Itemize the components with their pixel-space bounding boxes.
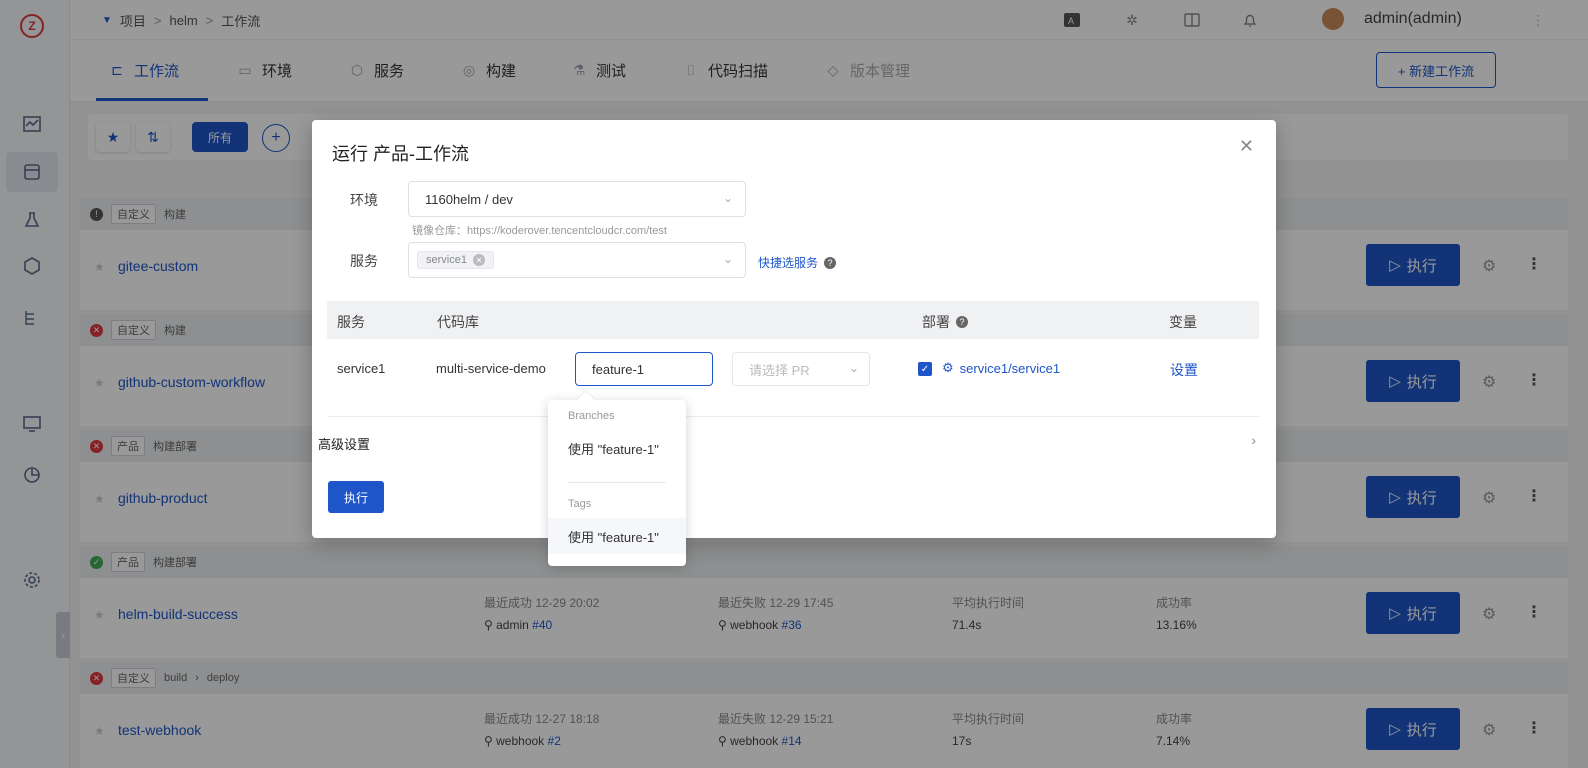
row-repo: multi-service-demo bbox=[436, 361, 546, 376]
chevron-down-icon: ⌄ bbox=[722, 252, 733, 266]
service-label: 服务 bbox=[350, 253, 378, 269]
deploy-target-label: service1/service1 bbox=[959, 360, 1061, 376]
vars-settings-link[interactable]: 设置 bbox=[1170, 360, 1198, 380]
service-select[interactable]: service1 ✕ ⌄ bbox=[408, 242, 746, 278]
service-chip-icon: ⚙ bbox=[942, 360, 954, 375]
chevron-right-icon[interactable]: › bbox=[1251, 432, 1256, 448]
dialog-title: 运行 产品-工作流 bbox=[332, 144, 469, 164]
help-icon[interactable]: ? bbox=[824, 256, 837, 269]
service-table-header: 服务 代码库 部署? 变量 bbox=[327, 301, 1259, 339]
divider bbox=[327, 416, 1259, 417]
chevron-down-icon: ⌄ bbox=[722, 191, 733, 205]
quick-select-label: 快捷选服务 bbox=[758, 256, 819, 270]
service-chip-label: service1 bbox=[426, 254, 467, 266]
help-icon[interactable]: ? bbox=[956, 316, 968, 328]
col-service: 服务 bbox=[337, 314, 365, 330]
use-tag-option[interactable]: 使用 "feature-1" bbox=[548, 518, 686, 554]
col-deploy: 部署? bbox=[922, 312, 968, 332]
quick-select-service-link[interactable]: 快捷选服务 ? bbox=[758, 254, 837, 271]
use-branch-option[interactable]: 使用 "feature-1" bbox=[548, 430, 686, 466]
env-select[interactable]: 1160helm / dev ⌄ bbox=[408, 181, 746, 217]
branches-group-label: Branches bbox=[568, 410, 615, 422]
run-workflow-dialog: 运行 产品-工作流 ✕ 环境 1160helm / dev ⌄ 镜像仓库：htt… bbox=[312, 120, 1276, 538]
deploy-target: ⚙ service1/service1 bbox=[942, 360, 1060, 376]
row-service: service1 bbox=[337, 361, 386, 376]
tags-group-label: Tags bbox=[568, 498, 592, 510]
advanced-settings-toggle[interactable]: 高级设置 bbox=[318, 434, 370, 453]
remove-chip-icon[interactable]: ✕ bbox=[472, 254, 485, 266]
pr-select[interactable]: 请选择 PR ⌄ bbox=[732, 352, 870, 386]
branch-dropdown: Branches 使用 "feature-1" Tags 使用 "feature… bbox=[548, 391, 686, 566]
pr-select-placeholder: 请选择 PR bbox=[749, 362, 810, 378]
env-label: 环境 bbox=[350, 192, 378, 208]
deploy-checkbox[interactable]: ✓ bbox=[918, 362, 932, 376]
dropdown-divider bbox=[568, 482, 666, 483]
close-icon[interactable]: ✕ bbox=[1239, 136, 1254, 157]
branch-input[interactable]: feature-1 bbox=[575, 352, 713, 386]
chevron-down-icon: ⌄ bbox=[848, 361, 859, 375]
col-repo: 代码库 bbox=[437, 314, 479, 330]
env-select-value: 1160helm / dev bbox=[425, 191, 513, 207]
execute-button[interactable]: 执行 bbox=[328, 481, 384, 513]
service-chip: service1 ✕ bbox=[417, 251, 494, 269]
registry-hint: 镜像仓库：https://koderover.tencentcloudcr.co… bbox=[412, 225, 667, 237]
col-deploy-label: 部署 bbox=[922, 314, 950, 330]
col-vars: 变量 bbox=[1169, 314, 1197, 330]
